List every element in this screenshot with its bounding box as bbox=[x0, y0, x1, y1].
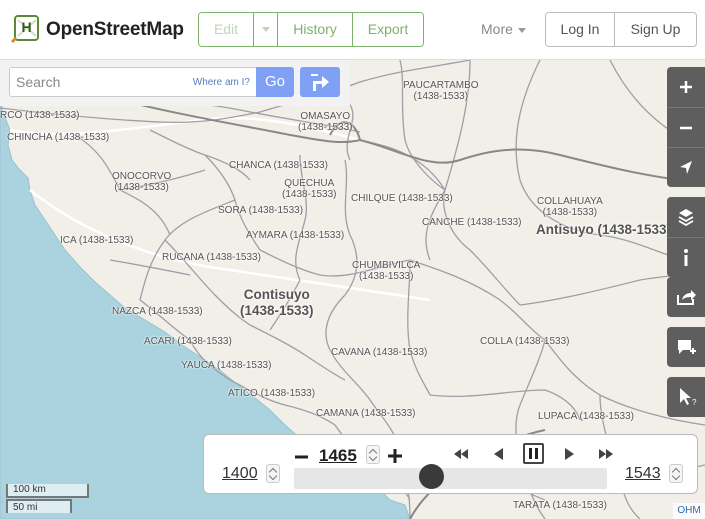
auth-group: Log In Sign Up bbox=[545, 12, 697, 47]
zoom-controls bbox=[667, 67, 705, 187]
edit-dropdown-toggle[interactable] bbox=[254, 13, 278, 46]
label-chanca: CHANCA (1438-1533) bbox=[229, 160, 328, 171]
label-canche: CANCHE (1438-1533) bbox=[422, 217, 522, 228]
current-year-stepper[interactable] bbox=[366, 445, 380, 464]
history-button[interactable]: History bbox=[278, 13, 353, 46]
search-bar: Where am I? Go bbox=[0, 60, 350, 106]
svg-text:H: H bbox=[21, 19, 31, 35]
openstreetmap-logo-icon[interactable]: H bbox=[10, 14, 40, 44]
panel-controls bbox=[667, 197, 705, 277]
label-quechua: QUECHUA (1438-1533) bbox=[282, 178, 337, 200]
share-controls bbox=[667, 277, 705, 317]
more-chevron-down-icon bbox=[518, 28, 526, 33]
search-input[interactable] bbox=[10, 68, 185, 96]
label-sora: SORA (1438-1533) bbox=[218, 205, 304, 216]
query-features-button[interactable]: ? bbox=[667, 377, 705, 417]
fast-forward-icon[interactable] bbox=[598, 447, 614, 461]
start-year-stepper[interactable] bbox=[266, 464, 280, 483]
label-omasayo: OMASAYO (1438-1533) bbox=[298, 111, 353, 133]
plus-icon[interactable] bbox=[385, 446, 405, 466]
query-cursor-icon: ? bbox=[680, 388, 697, 407]
directions-button[interactable] bbox=[300, 67, 340, 97]
layers-icon bbox=[678, 209, 694, 227]
signup-button[interactable]: Sign Up bbox=[615, 13, 696, 46]
current-year[interactable]: 1465 bbox=[319, 446, 357, 466]
time-slider-track[interactable] bbox=[294, 468, 607, 489]
label-rucana: RUCANA (1438-1533) bbox=[162, 252, 261, 263]
search-field: Where am I? bbox=[9, 67, 257, 97]
locate-button[interactable] bbox=[667, 147, 705, 187]
time-slider-panel: 1400 1465 1543 bbox=[203, 434, 698, 494]
where-am-i-link[interactable]: Where am I? bbox=[193, 77, 250, 88]
label-atico: ATICO (1438-1533) bbox=[228, 388, 316, 399]
chevron-down-icon bbox=[262, 27, 270, 32]
label-nazca: NAZCA (1438-1533) bbox=[112, 306, 203, 317]
directions-icon bbox=[311, 74, 329, 91]
minus-icon bbox=[680, 126, 692, 130]
scale-mi: 50 mi bbox=[6, 499, 72, 513]
login-button[interactable]: Log In bbox=[546, 13, 615, 46]
label-colla: COLLA (1438-1533) bbox=[480, 336, 570, 347]
label-aymara: AYMARA (1438-1533) bbox=[246, 230, 345, 241]
label-rco: RCO (1438-1533) bbox=[0, 110, 80, 121]
add-note-button[interactable] bbox=[667, 327, 705, 367]
layers-button[interactable] bbox=[667, 197, 705, 237]
edit-button[interactable]: Edit bbox=[199, 13, 254, 46]
end-year[interactable]: 1543 bbox=[625, 465, 661, 483]
query-controls: ? bbox=[667, 377, 705, 417]
end-year-stepper[interactable] bbox=[669, 464, 683, 483]
fast-backward-icon[interactable] bbox=[453, 447, 469, 461]
edit-history-export-group: Edit History Export bbox=[198, 12, 424, 47]
label-onocorvo: ONOCORVO (1438-1533) bbox=[112, 171, 172, 193]
step-forward-icon[interactable] bbox=[563, 446, 577, 462]
attribution-link[interactable]: OHM bbox=[673, 503, 705, 519]
zoom-in-button[interactable] bbox=[667, 67, 705, 107]
label-chilque: CHILQUE (1438-1533) bbox=[351, 193, 453, 204]
info-button[interactable] bbox=[667, 237, 705, 277]
start-year[interactable]: 1400 bbox=[222, 465, 258, 483]
svg-text:?: ? bbox=[692, 398, 697, 407]
pause-icon bbox=[529, 448, 538, 459]
more-menu[interactable]: More bbox=[481, 21, 513, 37]
region-antisuyo: Antisuyo (1438-1533) bbox=[536, 222, 672, 237]
note-controls bbox=[667, 327, 705, 367]
label-tarata: TARATA (1438-1533) bbox=[513, 500, 607, 511]
label-chumbivilca: CHUMBIVILCA (1438-1533) bbox=[352, 260, 421, 282]
minus-icon[interactable] bbox=[292, 447, 312, 467]
label-lupaca: LUPACA (1438-1533) bbox=[538, 411, 634, 422]
share-icon bbox=[677, 290, 696, 305]
app: PAUCARTAMBO (1438-1533) OMASAYO (1438-1533… bbox=[0, 0, 705, 519]
region-contisuyo: Contisuyo (1438-1533) bbox=[240, 287, 314, 318]
pause-button[interactable] bbox=[523, 443, 544, 464]
share-button[interactable] bbox=[667, 277, 705, 317]
plus-icon bbox=[680, 81, 692, 93]
location-arrow-icon bbox=[680, 161, 692, 174]
label-yauca: YAUCA (1438-1533) bbox=[181, 360, 272, 371]
scale-km: 100 km bbox=[6, 484, 89, 498]
label-paucartambo: PAUCARTAMBO (1438-1533) bbox=[403, 80, 479, 102]
go-button[interactable]: Go bbox=[256, 67, 294, 97]
zoom-out-button[interactable] bbox=[667, 107, 705, 147]
label-chincha: CHINCHA (1438-1533) bbox=[7, 132, 110, 143]
label-camana: CAMANA (1438-1533) bbox=[316, 408, 416, 419]
step-backward-icon[interactable] bbox=[491, 446, 505, 462]
label-acari: ACARI (1438-1533) bbox=[144, 336, 232, 347]
label-collahuaya: COLLAHUAYA (1438-1533) bbox=[537, 196, 603, 218]
info-icon bbox=[684, 249, 688, 266]
export-button[interactable]: Export bbox=[353, 13, 423, 46]
brand-name[interactable]: OpenStreetMap bbox=[46, 19, 184, 41]
add-note-icon bbox=[678, 340, 696, 354]
label-ica: ICA (1438-1533) bbox=[60, 235, 134, 246]
label-cavana: CAVANA (1438-1533) bbox=[331, 347, 428, 358]
header: H OpenStreetMap Edit History Export More… bbox=[0, 0, 705, 60]
